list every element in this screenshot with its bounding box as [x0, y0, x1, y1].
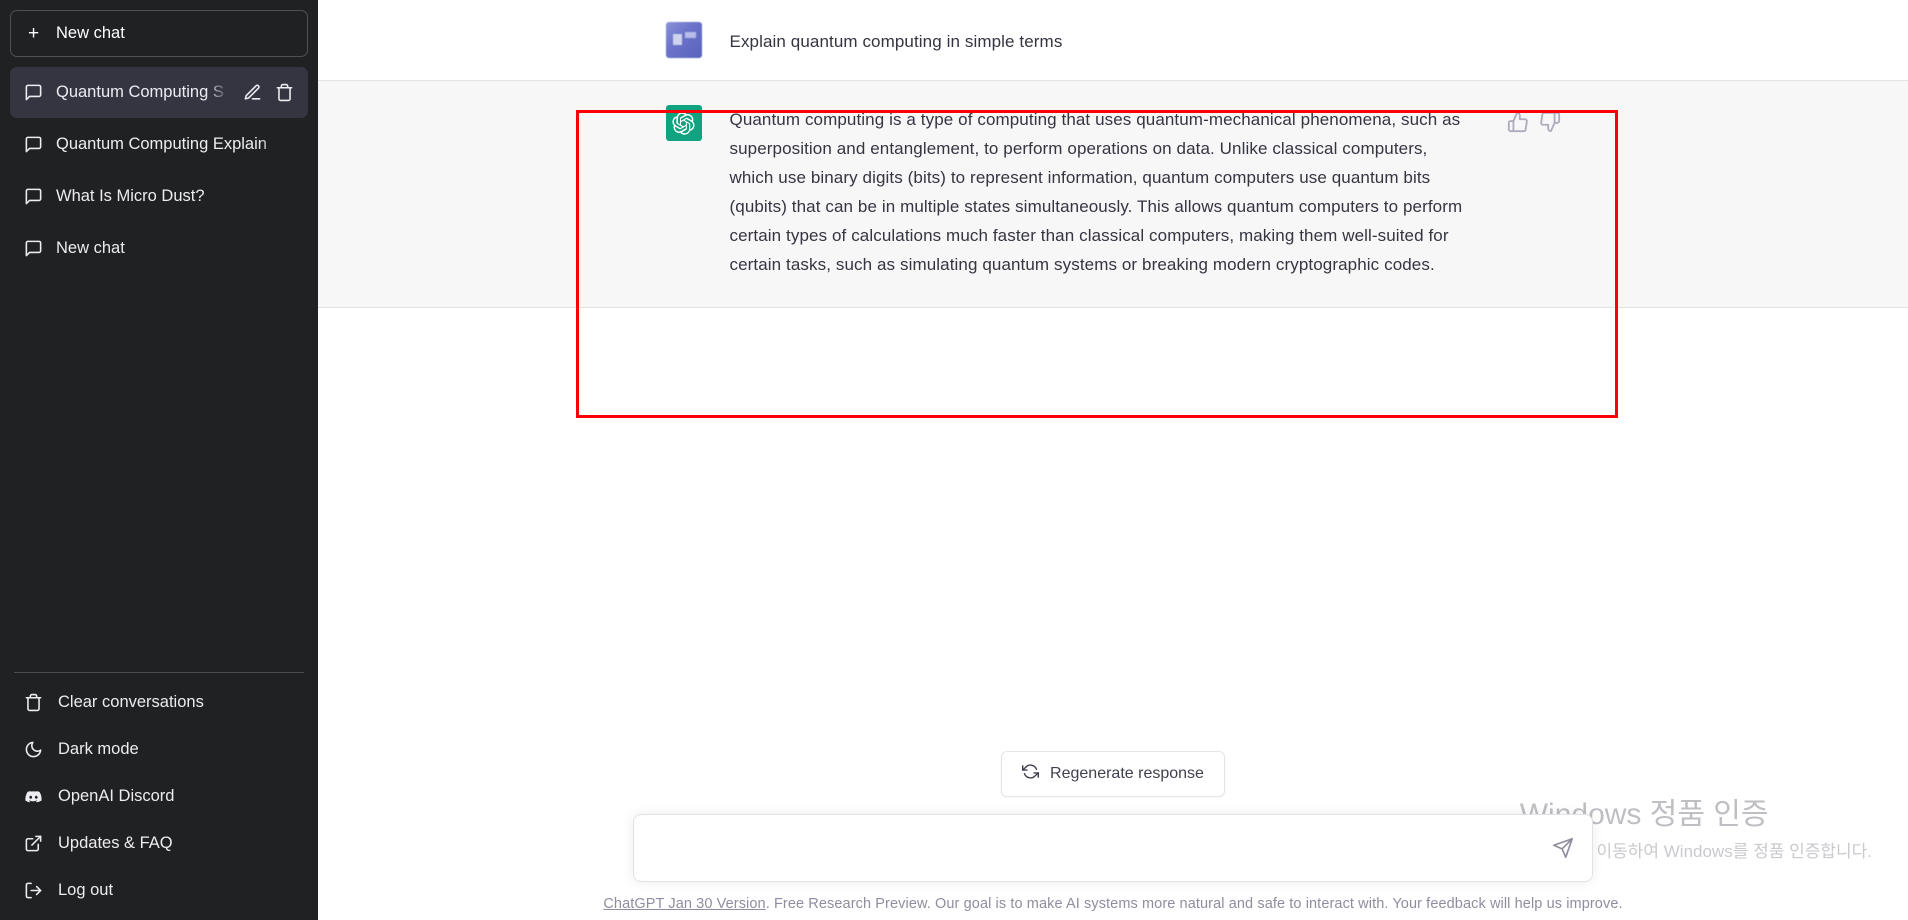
- composer-area: Regenerate response ChatGPT Jan 30 Versi…: [318, 751, 1908, 920]
- new-chat-button[interactable]: + New chat: [10, 10, 308, 57]
- plus-icon: +: [27, 23, 40, 44]
- sidebar: + New chat Quantum Computing S Quantum C…: [0, 0, 318, 920]
- sidebar-item-label: OpenAI Discord: [58, 787, 175, 805]
- discord-icon: [24, 787, 43, 806]
- sidebar-item-label: Log out: [58, 881, 114, 899]
- sidebar-item-label: Dark mode: [58, 740, 139, 758]
- sidebar-item-clear-conversations[interactable]: Clear conversations: [10, 679, 308, 726]
- conversation-label: What Is Micro Dust?: [56, 187, 294, 206]
- conversation-actions: [243, 83, 294, 102]
- conversation-label: Quantum Computing Explain: [56, 135, 294, 154]
- footer-disclaimer: ChatGPT Jan 30 Version. Free Research Pr…: [603, 896, 1622, 912]
- chat-bubble-icon: [24, 187, 43, 206]
- sidebar-item-label: Updates & FAQ: [58, 834, 173, 852]
- new-chat-label: New chat: [56, 24, 125, 42]
- chatgpt-logo-icon: [665, 105, 702, 141]
- edit-icon[interactable]: [243, 83, 262, 102]
- user-message-text: Explain quantum computing in simple term…: [729, 32, 1063, 51]
- conversation-item-quantum-computing-s[interactable]: Quantum Computing S: [10, 67, 308, 118]
- assistant-message-row: Quantum computing is a type of computing…: [318, 80, 1908, 308]
- chat-bubble-icon: [24, 239, 43, 258]
- refresh-icon: [1022, 763, 1040, 785]
- external-link-icon: [24, 834, 43, 853]
- thumbs-down-icon[interactable]: [1539, 111, 1561, 133]
- conversation-label: New chat: [56, 239, 294, 258]
- conversation-label: Quantum Computing S: [56, 83, 230, 102]
- conversation-item-what-is-micro-dust[interactable]: What Is Micro Dust?: [10, 171, 308, 222]
- chat-bubble-icon: [24, 83, 43, 102]
- main-content: Explain quantum computing in simple term…: [318, 0, 1908, 920]
- version-link[interactable]: ChatGPT Jan 30 Version: [603, 896, 765, 912]
- trash-icon: [24, 693, 43, 712]
- sidebar-item-log-out[interactable]: Log out: [10, 867, 308, 914]
- user-message-row: Explain quantum computing in simple term…: [318, 0, 1908, 80]
- regenerate-response-button[interactable]: Regenerate response: [1001, 751, 1225, 797]
- message-composer[interactable]: [633, 814, 1593, 882]
- conversation-list: Quantum Computing S Quantum Computing Ex…: [10, 67, 308, 274]
- moon-icon: [24, 740, 43, 759]
- chat-thread: Explain quantum computing in simple term…: [318, 0, 1908, 308]
- message-input[interactable]: [654, 839, 1536, 857]
- sidebar-item-dark-mode[interactable]: Dark mode: [10, 726, 308, 773]
- send-icon[interactable]: [1552, 837, 1574, 859]
- sidebar-item-openai-discord[interactable]: OpenAI Discord: [10, 773, 308, 820]
- feedback-buttons: [1507, 105, 1561, 279]
- logout-icon: [24, 881, 43, 900]
- sidebar-item-updates-faq[interactable]: Updates & FAQ: [10, 820, 308, 867]
- sidebar-item-label: Clear conversations: [58, 693, 204, 711]
- sidebar-divider: [14, 672, 304, 673]
- sidebar-menu: Clear conversations Dark mode OpenAI Dis…: [10, 679, 308, 920]
- trash-icon[interactable]: [275, 83, 294, 102]
- assistant-message-text: Quantum computing is a type of computing…: [729, 110, 1463, 274]
- conversation-item-quantum-computing-explain[interactable]: Quantum Computing Explain: [10, 119, 308, 170]
- regenerate-label: Regenerate response: [1050, 765, 1204, 782]
- avatar: [665, 22, 702, 58]
- footer-text: . Free Research Preview. Our goal is to …: [765, 896, 1623, 912]
- chat-bubble-icon: [24, 135, 43, 154]
- thumbs-up-icon[interactable]: [1507, 111, 1529, 133]
- conversation-item-new-chat[interactable]: New chat: [10, 223, 308, 274]
